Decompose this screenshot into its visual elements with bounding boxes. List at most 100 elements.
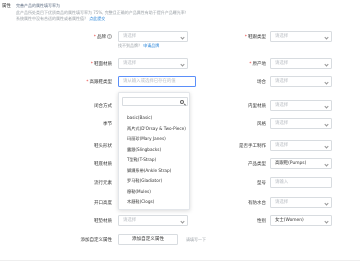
- add-custom-attr-button[interactable]: 添加自定义属性: [118, 234, 178, 245]
- right-field-select[interactable]: 请选择: [270, 31, 332, 42]
- heel-type-dropdown[interactable]: basic(Basic) 两片式(D'Orsay & Two-Piece) 玛丽珍(…: [118, 92, 190, 210]
- select-value: 请输入: [275, 180, 289, 185]
- left-field-select[interactable]: 请选择: [118, 58, 188, 69]
- chevron-down-icon: [324, 143, 329, 149]
- left-field-label-text: 鞋底材质: [94, 162, 112, 167]
- dropdown-option[interactable]: 露跟(Slingbacks): [127, 147, 161, 153]
- chevron-down-icon: [180, 34, 185, 40]
- chevron-down-icon: [324, 121, 329, 127]
- right-field-label-text: 产品类型: [248, 162, 266, 167]
- right-field-label-text: 有防水台: [248, 201, 266, 206]
- dropdown-option[interactable]: 玛丽珍(Mary Janes): [127, 136, 166, 142]
- left-field-label-text: 品牌: [97, 35, 106, 40]
- left-field-label: *品牌?: [40, 34, 112, 40]
- left-field-label: 开口高度: [40, 200, 112, 206]
- apply-brand-link[interactable]: 申请品牌: [143, 43, 159, 48]
- dropdown-option[interactable]: 脚踝系带(Ankle Strap): [127, 168, 171, 174]
- right-field-label-text: 内里材质: [248, 104, 266, 109]
- right-field-label-text: 型号: [257, 181, 266, 186]
- select-value: 请从输入或选择已存在的值: [123, 79, 176, 84]
- submit-attribute-link[interactable]: 点此提交: [89, 16, 105, 21]
- brand-hint: 找不到品牌？ 申请品牌: [118, 43, 159, 49]
- right-field-label: 场合: [222, 79, 266, 85]
- custom-attr-limit: 请填写一下: [186, 237, 206, 242]
- chevron-down-icon: [324, 161, 329, 167]
- left-field-label-text: 季节: [103, 122, 112, 127]
- select-value: 请选择: [275, 103, 289, 108]
- notice-line1: 此产品所处类目下优质商品的属性填写率为 75%, 完整且正确的产品属性有助于提升…: [16, 9, 189, 15]
- right-field-select[interactable]: 请选择: [270, 58, 332, 69]
- select-value: 请选择: [275, 79, 289, 84]
- dropdown-option[interactable]: 穆勒(Mules): [127, 189, 151, 195]
- chevron-down-icon: [324, 200, 329, 206]
- left-field-label-text: 流行元素: [94, 181, 112, 186]
- right-field-label: 型号: [222, 180, 266, 186]
- right-field-label-text: 鞋跟类型: [248, 35, 266, 40]
- right-field-label: 产品类型: [222, 161, 266, 167]
- select-value: 请选择: [275, 143, 289, 148]
- divider: [0, 260, 360, 261]
- left-field-label-text: 鞋面材质: [94, 62, 112, 67]
- help-icon[interactable]: ?: [107, 34, 112, 39]
- right-field-label: 风格: [222, 121, 266, 127]
- attributes-section-label: 属性: [2, 4, 11, 9]
- right-field-select[interactable]: 请选择: [270, 140, 332, 151]
- brand-hint-text: 找不到品牌？: [118, 43, 142, 48]
- dropdown-option[interactable]: basic(Basic): [127, 115, 152, 120]
- search-icon: [180, 99, 184, 104]
- left-field-label-text: 高跟鞋类型: [89, 80, 113, 85]
- left-field-select[interactable]: 请选择: [118, 31, 188, 42]
- right-field-label-text: 场合: [257, 80, 266, 85]
- select-value: 请选择: [123, 34, 137, 39]
- right-field-label: *鞋跟类型: [222, 34, 266, 40]
- left-field-label: *鞋面材质: [40, 61, 112, 67]
- required-marker: *: [93, 35, 96, 40]
- left-field-label: 鞋头形状: [40, 143, 112, 149]
- dropdown-search-input[interactable]: [122, 97, 188, 106]
- right-field-label-text: 是否手工制作: [239, 144, 266, 149]
- required-marker: *: [86, 80, 89, 85]
- required-marker: *: [249, 62, 252, 67]
- required-marker: *: [244, 35, 247, 40]
- right-field-label-text: 原产地: [252, 62, 267, 67]
- required-marker: *: [90, 62, 93, 67]
- dropdown-option[interactable]: 罗马鞋(Gladiator): [127, 178, 162, 184]
- chevron-down-icon: [324, 79, 329, 85]
- dropdown-option[interactable]: 两片式(D'Orsay & Two-Piece): [127, 126, 186, 132]
- heel-type-input[interactable]: 请从输入或选择已存在的值: [118, 76, 196, 87]
- chevron-down-icon: [324, 218, 329, 224]
- right-field-select[interactable]: 高跟鞋(Pumps): [270, 158, 332, 169]
- select-value: 请选择: [123, 61, 137, 66]
- chevron-down-icon: [324, 61, 329, 67]
- right-field-select[interactable]: 请选择: [270, 118, 332, 129]
- select-value: 请选择: [275, 200, 289, 205]
- select-value: 请选择: [275, 121, 289, 126]
- chevron-down-icon: [180, 61, 185, 67]
- right-field-select[interactable]: 请输入: [270, 177, 332, 188]
- select-value: 请选择: [275, 61, 289, 66]
- right-field-label: 是否手工制作: [222, 143, 266, 149]
- left-field-label: 鞋底材质: [40, 161, 112, 167]
- left-field-label-text: 开口高度: [94, 201, 112, 206]
- dropdown-option[interactable]: 木屐鞋(Clogs): [127, 199, 154, 205]
- select-value: 请选择: [123, 218, 137, 223]
- right-field-label: 内里材质: [222, 103, 266, 109]
- left-field-label: 季节: [40, 121, 112, 127]
- right-field-label: 有防水台: [222, 200, 266, 206]
- select-value: 请选择: [275, 34, 289, 39]
- notice-lead: 完善产品的属性填写率为: [16, 3, 60, 8]
- left-field-label: 流行元素: [40, 180, 112, 186]
- dropdown-option[interactable]: T型鞋(T-Strap): [127, 157, 156, 163]
- right-field-select[interactable]: 女士(Women): [270, 215, 332, 226]
- chevron-down-icon: [180, 218, 185, 224]
- right-field-select[interactable]: 请选择: [270, 76, 332, 87]
- custom-attr-label: 添加自定义属性: [80, 238, 113, 243]
- right-field-label: 性别: [222, 218, 266, 224]
- left-field-select[interactable]: 请选择: [118, 215, 188, 226]
- select-value: 高跟鞋(Pumps): [275, 161, 307, 166]
- right-field-select[interactable]: 请选择: [270, 100, 332, 111]
- right-field-label-text: 性别: [257, 219, 266, 224]
- right-field-select[interactable]: 请选择: [270, 197, 332, 208]
- left-field-label-text: 鞋垫材质: [94, 219, 112, 224]
- right-field-label: *原产地: [222, 61, 266, 67]
